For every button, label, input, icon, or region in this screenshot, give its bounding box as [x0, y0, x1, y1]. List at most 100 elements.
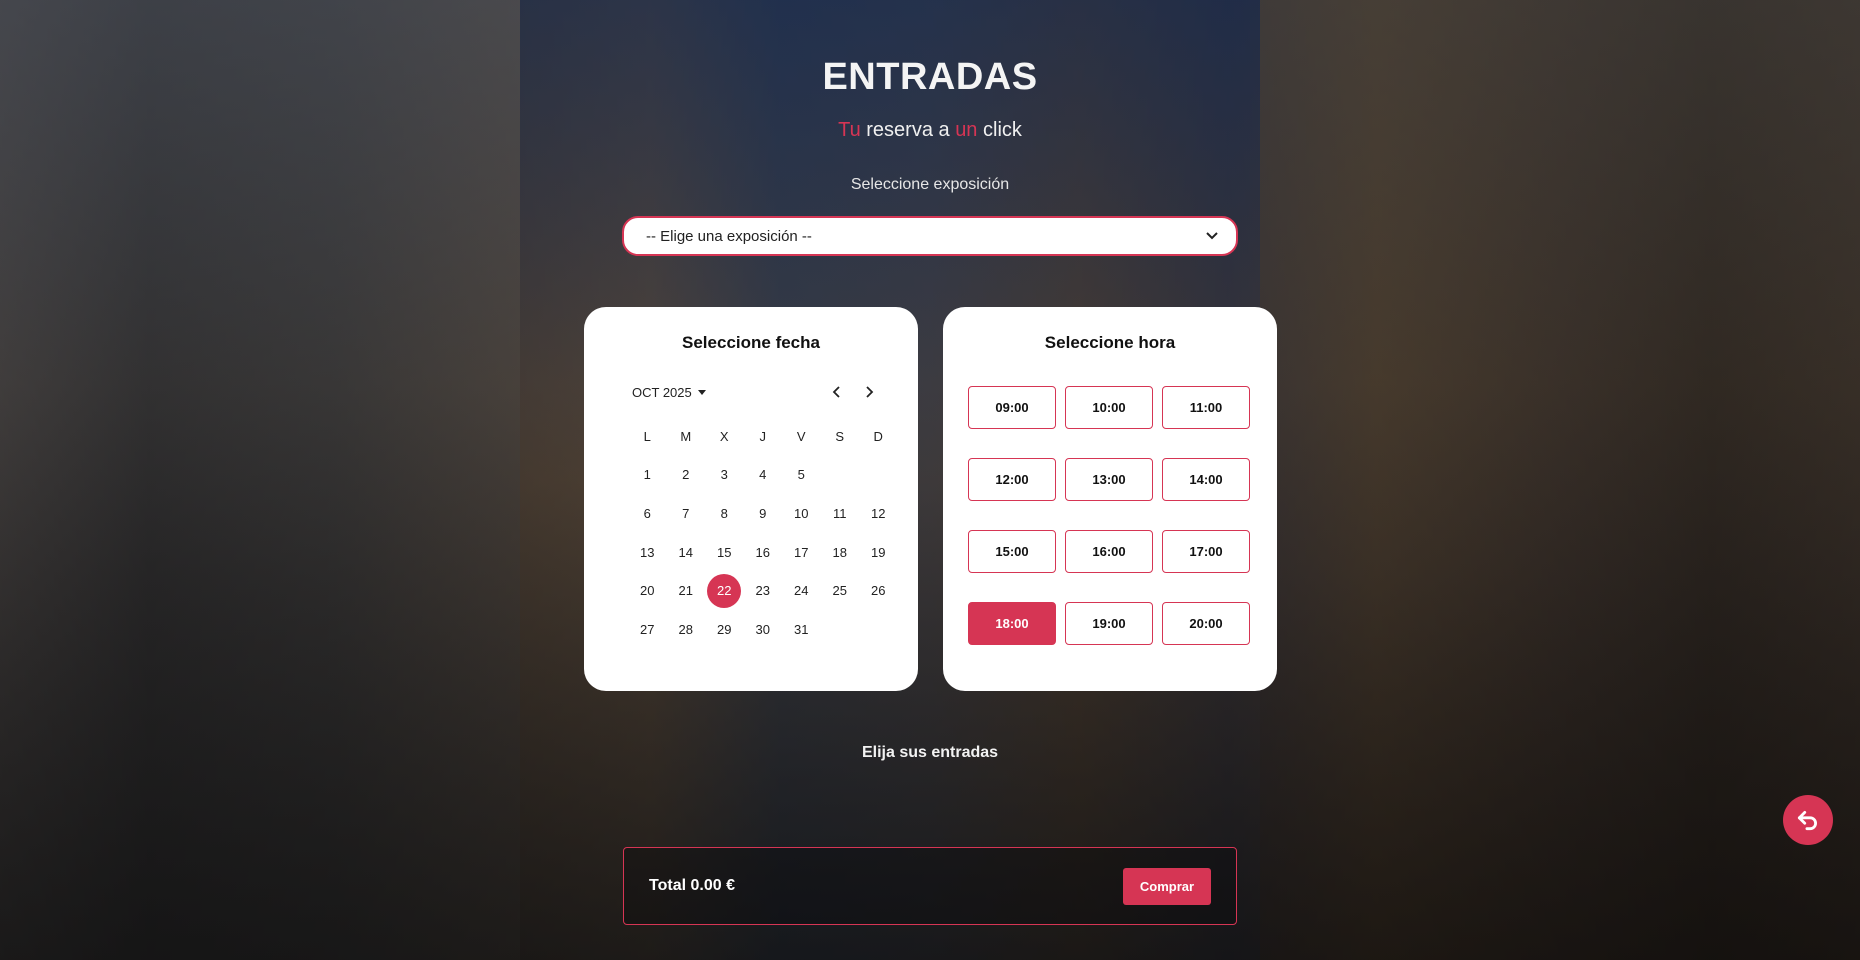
calendar-day[interactable]: 15 — [705, 533, 744, 572]
calendar-day[interactable]: 30 — [744, 610, 783, 649]
calendar-day-number: 3 — [720, 467, 728, 483]
calendar-day[interactable]: 18 — [821, 533, 860, 572]
month-label: OCT 2025 — [632, 384, 692, 400]
calendar-day-number: 15 — [717, 544, 732, 560]
subtitle-accent-1: Tu — [838, 119, 861, 141]
calendar-day[interactable]: 11 — [821, 494, 860, 533]
calendar-day-number: 24 — [794, 583, 809, 599]
time-slot-button[interactable]: 17:00 — [1162, 530, 1250, 573]
chevron-right-icon — [866, 386, 874, 398]
page-subtitle: Tu reserva a un click — [0, 119, 1860, 142]
time-slot-button[interactable]: 15:00 — [968, 530, 1056, 573]
time-slot-button[interactable]: 14:00 — [1162, 458, 1250, 501]
caret-down-icon — [697, 389, 706, 395]
calendar-day[interactable]: 19 — [859, 533, 898, 572]
calendar-day-number: 31 — [794, 621, 809, 637]
calendar-day[interactable]: 6 — [628, 494, 667, 533]
calendar-grid: L M X J V S D 1 2 3 4 5 6 7 8 9 10 11 12 13 14 15 16 17 18 19 20 21… — [628, 417, 898, 649]
next-month-button[interactable] — [860, 383, 878, 401]
calendar-day[interactable]: 17 — [782, 533, 821, 572]
weekday-header: D — [873, 428, 883, 444]
calendar-day[interactable]: 16 — [744, 533, 783, 572]
time-slot-button[interactable]: 13:00 — [1065, 458, 1153, 501]
time-slot-button-selected[interactable]: 18:00 — [968, 602, 1056, 645]
calendar-day[interactable]: 28 — [667, 610, 706, 649]
time-slot-button[interactable]: 20:00 — [1162, 602, 1250, 645]
calendar-day[interactable]: 13 — [628, 533, 667, 572]
weekday-header: M — [680, 428, 692, 444]
calendar-day-number: 22 — [707, 573, 742, 608]
back-button[interactable] — [1783, 795, 1833, 845]
chevron-down-icon — [1206, 229, 1218, 243]
subtitle-text-1: reserva a — [860, 119, 956, 141]
calendar-day-number: 1 — [643, 467, 651, 483]
prev-month-button[interactable] — [828, 383, 846, 401]
calendar-empty-cell — [821, 610, 860, 649]
calendar-day[interactable]: 24 — [782, 571, 821, 610]
calendar-day[interactable]: 1 — [628, 456, 667, 495]
calendar-day-number: 30 — [755, 621, 770, 637]
calendar-day-number: 13 — [640, 544, 655, 560]
calendar-day-number: 25 — [832, 583, 847, 599]
calendar-empty-cell — [821, 456, 860, 495]
time-slot-button[interactable]: 11:00 — [1162, 386, 1250, 429]
month-selector[interactable]: OCT 2025 — [632, 385, 706, 400]
calendar-day[interactable]: 9 — [744, 494, 783, 533]
calendar-day-number: 20 — [640, 583, 655, 599]
calendar-day[interactable]: 4 — [744, 456, 783, 495]
calendar-day-number: 11 — [833, 505, 847, 521]
calendar-day-number: 12 — [871, 505, 886, 521]
weekday-header: V — [796, 428, 806, 444]
undo-arrow-icon — [1797, 811, 1817, 831]
calendar-day[interactable]: 12 — [859, 494, 898, 533]
calendar-day[interactable]: 14 — [667, 533, 706, 572]
time-card: Seleccione hora 09:00 10:00 11:00 12:00 13:0… — [943, 307, 1277, 691]
time-slot-button[interactable]: 19:00 — [1065, 602, 1153, 645]
calendar-day[interactable]: 8 — [705, 494, 744, 533]
calendar-day-number: 9 — [759, 505, 767, 521]
calendar-day[interactable]: 20 — [628, 571, 667, 610]
calendar-day[interactable]: 27 — [628, 610, 667, 649]
exhibition-select[interactable]: -- Elige una exposición -- — [622, 216, 1238, 256]
calendar-day[interactable]: 2 — [667, 456, 706, 495]
calendar-day[interactable]: 26 — [859, 571, 898, 610]
calendar-day-number: 10 — [794, 505, 809, 521]
calendar-day-number: 26 — [871, 583, 886, 599]
time-slot-button[interactable]: 10:00 — [1065, 386, 1153, 429]
time-slot-button[interactable]: 12:00 — [968, 458, 1056, 501]
calendar-day[interactable]: 21 — [667, 571, 706, 610]
calendar-day[interactable]: 23 — [744, 571, 783, 610]
page-title: ENTRADAS — [822, 56, 1038, 98]
calendar-day-number: 5 — [797, 467, 805, 483]
calendar-day-number: 18 — [832, 544, 847, 560]
calendar-day-number: 17 — [794, 544, 809, 560]
time-slot-button[interactable]: 16:00 — [1065, 530, 1153, 573]
calendar-day-number: 7 — [682, 505, 690, 521]
buy-button[interactable]: Comprar — [1123, 867, 1211, 905]
subtitle-text-2: click — [977, 119, 1022, 141]
calendar-day[interactable]: 5 — [782, 456, 821, 495]
calendar-day[interactable]: 7 — [667, 494, 706, 533]
calendar-day-number: 28 — [678, 621, 693, 637]
calendar-day-number: 27 — [640, 621, 655, 637]
calendar-day-number: 21 — [678, 583, 693, 599]
calendar-day[interactable]: 25 — [821, 571, 860, 610]
calendar-day-number: 4 — [759, 467, 767, 483]
time-card-title: Seleccione hora — [1044, 333, 1176, 352]
calendar-day[interactable]: 3 — [705, 456, 744, 495]
exhibition-label: Seleccione exposición — [850, 176, 1010, 193]
calendar-day[interactable]: 10 — [782, 494, 821, 533]
calendar-nav — [828, 383, 878, 401]
weekday-header: S — [835, 428, 845, 444]
weekday-header: J — [759, 428, 767, 444]
calendar-day[interactable]: 31 — [782, 610, 821, 649]
total-amount: Total 0.00 € — [649, 877, 735, 894]
calendar-day-selected[interactable]: 22 — [705, 571, 744, 610]
calendar-day[interactable]: 29 — [705, 610, 744, 649]
calendar-empty-cell — [859, 456, 898, 495]
date-card-title: Seleccione fecha — [682, 333, 820, 352]
time-slot-button[interactable]: 09:00 — [968, 386, 1056, 429]
tickets-label: Elija sus entradas — [861, 744, 999, 761]
date-card: Seleccione fecha OCT 2025 LMXJVSD1234567… — [584, 307, 918, 691]
calendar-day-number: 23 — [755, 583, 770, 599]
